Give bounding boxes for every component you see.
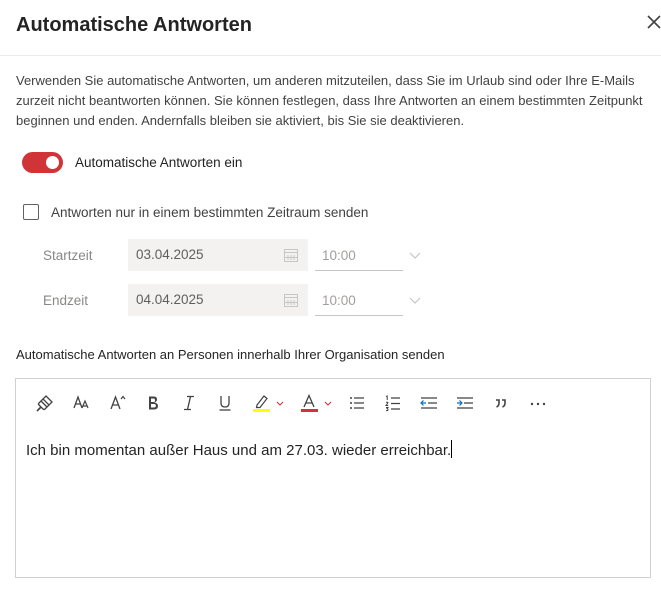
calendar-icon[interactable]	[283, 247, 299, 263]
bullet-list-icon[interactable]	[346, 392, 368, 414]
end-date-field[interactable]: 04.04.2025	[128, 284, 308, 316]
end-time-value: 10:00	[322, 293, 356, 308]
formatting-toolbar	[16, 379, 650, 427]
more-options-icon[interactable]	[526, 392, 550, 414]
message-body[interactable]: Ich bin momentan außer Haus und am 27.03…	[26, 440, 453, 459]
chevron-down-icon[interactable]	[409, 248, 421, 260]
numbered-list-icon[interactable]	[382, 392, 404, 414]
decrease-indent-icon[interactable]	[418, 392, 440, 414]
message-text: Ich bin momentan außer Haus und am 27.03…	[26, 442, 452, 459]
start-date-field[interactable]: 03.04.2025	[128, 239, 308, 271]
increase-font-size-icon[interactable]	[107, 392, 129, 414]
toggle-knob	[46, 155, 59, 169]
chevron-down-icon[interactable]	[409, 293, 421, 305]
end-time-dropdown[interactable]: 10:00	[315, 284, 421, 316]
start-time-value: 10:00	[322, 248, 356, 263]
start-date-value: 03.04.2025	[136, 247, 204, 262]
auto-reply-toggle-row: Automatische Antworten ein	[22, 151, 242, 173]
message-editor[interactable]: Ich bin momentan außer Haus und am 27.03…	[15, 378, 651, 578]
text-cursor	[451, 440, 453, 458]
highlight-icon[interactable]	[250, 392, 288, 414]
bold-icon[interactable]	[142, 392, 164, 414]
font-color-icon[interactable]	[298, 392, 336, 414]
dialog-title: Automatische Antworten	[16, 14, 252, 36]
time-range-checkbox-label: Antworten nur in einem bestimmten Zeitra…	[51, 204, 369, 220]
description-text: Verwenden Sie automatische Antworten, um…	[16, 73, 643, 128]
end-date-value: 04.04.2025	[136, 292, 204, 307]
internal-replies-label: Automatische Antworten an Personen inner…	[16, 347, 445, 362]
start-time-dropdown[interactable]: 10:00	[315, 239, 421, 271]
calendar-icon[interactable]	[283, 292, 299, 308]
underline-icon[interactable]	[214, 392, 236, 414]
quote-icon[interactable]	[490, 392, 512, 414]
increase-indent-icon[interactable]	[454, 392, 476, 414]
format-painter-icon[interactable]	[34, 392, 56, 414]
end-time-label: Endzeit	[43, 293, 89, 308]
auto-reply-toggle[interactable]	[22, 151, 63, 173]
start-time-row: Startzeit 03.04.2025 10:00	[0, 239, 661, 271]
time-range-checkbox[interactable]	[23, 204, 39, 220]
font-size-icon[interactable]	[71, 392, 93, 414]
auto-reply-toggle-label: Automatische Antworten ein	[75, 154, 243, 170]
italic-icon[interactable]	[178, 392, 200, 414]
time-range-checkbox-row: Antworten nur in einem bestimmten Zeitra…	[23, 203, 368, 221]
dialog-header: Automatische Antworten	[0, 0, 661, 56]
end-time-row: Endzeit 04.04.2025 10:00	[0, 284, 661, 316]
start-time-label: Startzeit	[43, 248, 93, 263]
close-icon[interactable]	[646, 14, 661, 36]
